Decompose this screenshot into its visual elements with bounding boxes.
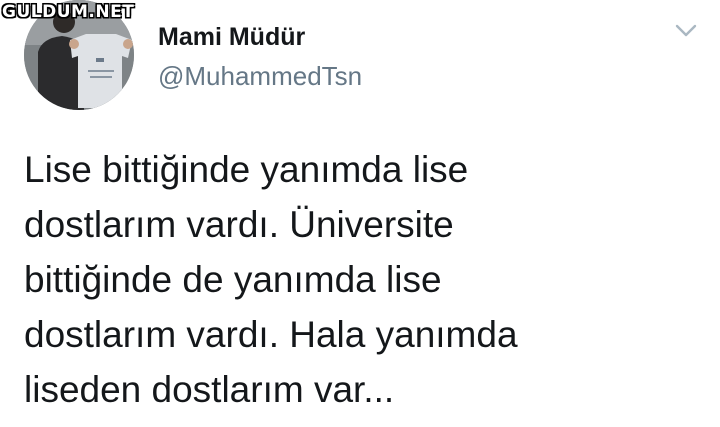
tweet-text: Lise bittiğinde yanımda lise dostlarım v… (24, 149, 518, 410)
author-display-name[interactable]: Mami Müdür (158, 22, 305, 52)
chevron-down-icon[interactable] (674, 22, 698, 40)
site-watermark: GULDUM.NET (2, 2, 135, 22)
author-handle[interactable]: @MuhammedTsn (158, 61, 362, 92)
